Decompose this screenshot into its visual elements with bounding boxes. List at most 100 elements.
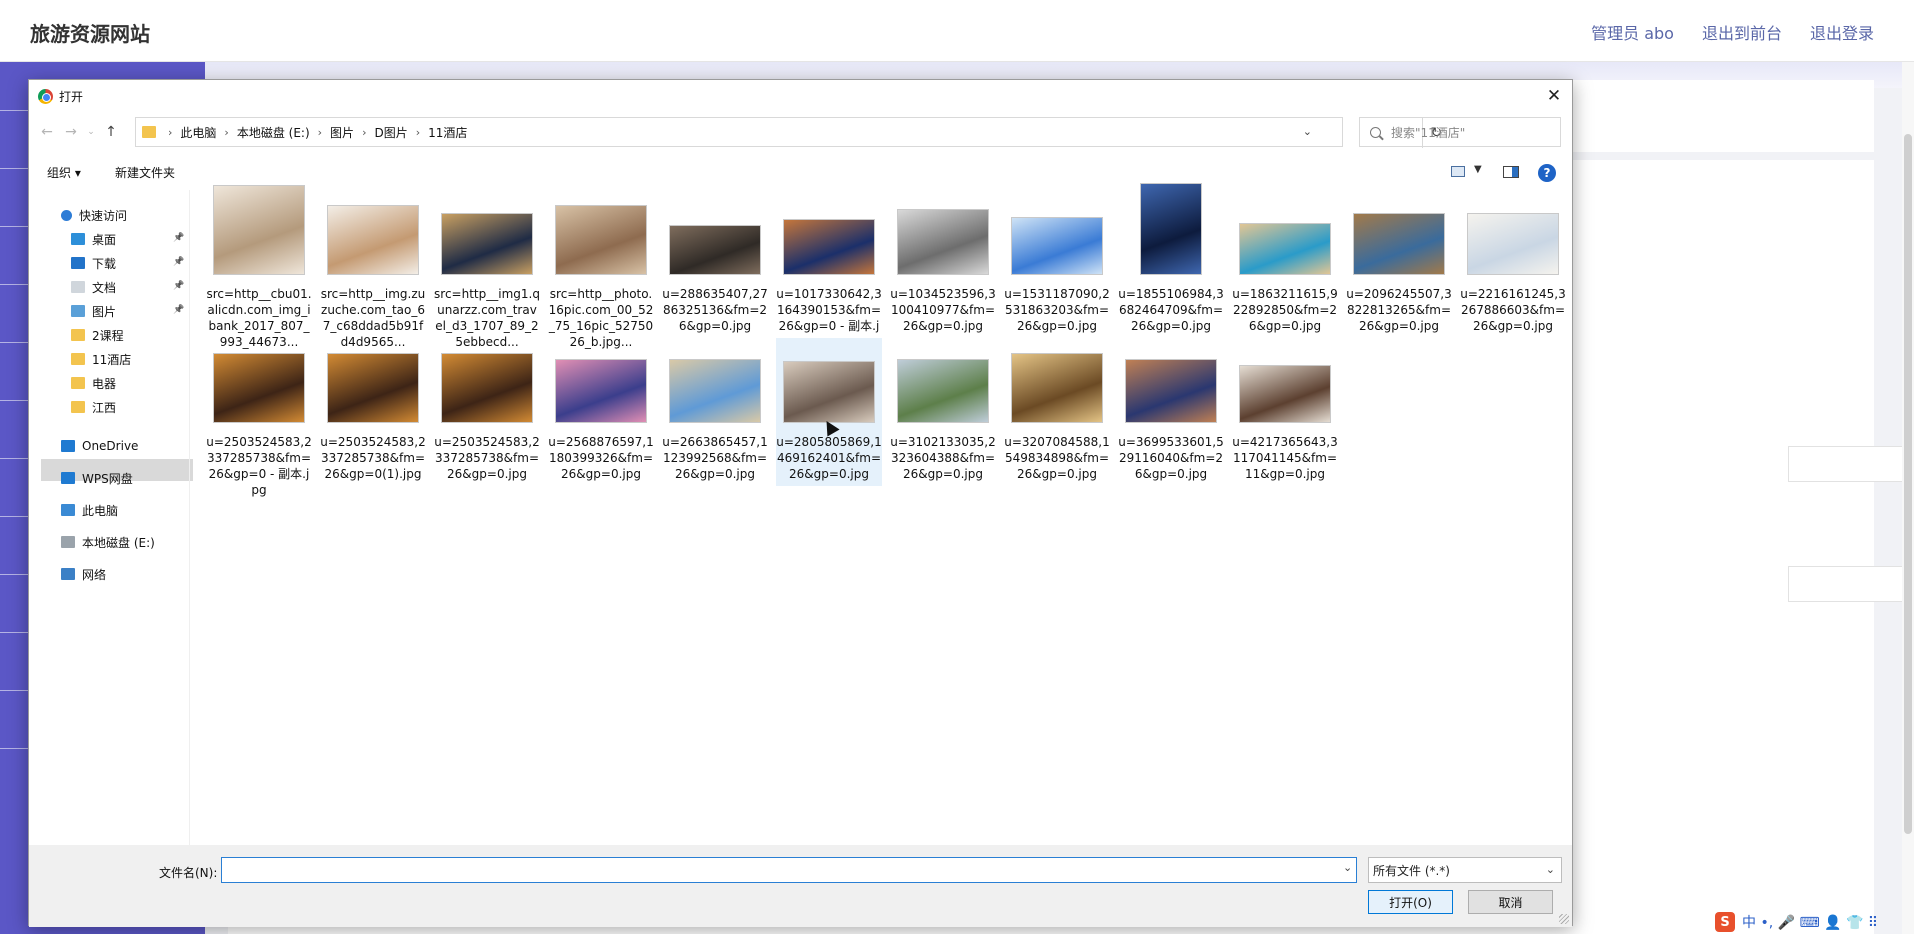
recent-locations-button[interactable]: ⌄ bbox=[81, 122, 101, 142]
breadcrumb-this-pc[interactable]: 此电脑 bbox=[180, 124, 216, 141]
back-button[interactable]: ← bbox=[37, 122, 57, 142]
site-scroll-thumb[interactable] bbox=[1904, 134, 1912, 834]
file-name: u=3102133035,2323604388&fm=26&gp=0.jpg bbox=[890, 435, 996, 481]
file-item[interactable]: u=2216161245,3267886603&fm=26&gp=0.jpg bbox=[1460, 190, 1566, 338]
sidebar-divider bbox=[0, 748, 28, 749]
image-thumbnail bbox=[783, 219, 875, 275]
file-item[interactable]: u=1855106984,3682464709&fm=26&gp=0.jpg bbox=[1118, 183, 1224, 338]
close-button[interactable]: ✕ bbox=[1540, 82, 1568, 110]
chevron-right-icon[interactable]: › bbox=[416, 126, 420, 139]
site-form-input[interactable] bbox=[1788, 446, 1914, 482]
up-button[interactable]: ↑ bbox=[101, 122, 121, 142]
filename-history-dropdown[interactable]: ⌄ bbox=[1343, 861, 1352, 874]
search-icon bbox=[1370, 126, 1381, 138]
dialog-footer: 文件名(N): ⌄ 所有文件 (*.*) ⌄ 打开(O) 取消 bbox=[29, 845, 1572, 927]
resize-grip[interactable] bbox=[1559, 914, 1569, 924]
chevron-right-icon[interactable]: › bbox=[224, 126, 228, 139]
organize-button[interactable]: 组织 ▾ bbox=[47, 164, 81, 181]
sidebar-divider bbox=[0, 110, 28, 111]
address-row: ← → ⌄ ↑ › 此电脑 › 本地磁盘 (E:) › 图片 › D图片 › 1… bbox=[29, 116, 1572, 148]
image-thumbnail bbox=[441, 353, 533, 423]
forward-button[interactable]: → bbox=[61, 122, 81, 142]
site-title: 旅游资源网站 bbox=[30, 22, 150, 46]
sidebar-divider bbox=[0, 690, 28, 691]
cancel-button[interactable]: 取消 bbox=[1468, 890, 1553, 914]
site-header: 旅游资源网站 管理员 abo 退出到前台 退出登录 bbox=[0, 0, 1914, 62]
logout-link[interactable]: 退出登录 bbox=[1810, 20, 1874, 44]
breadcrumb-pictures[interactable]: 图片 bbox=[330, 124, 354, 141]
file-name: u=3207084588,1549834898&fm=26&gp=0.jpg bbox=[1004, 435, 1110, 481]
file-item[interactable]: src=http__cbu01.alicdn.com_img_ibank_201… bbox=[206, 185, 312, 349]
new-folder-button[interactable]: 新建文件夹 bbox=[115, 164, 175, 181]
file-item[interactable]: u=288635407,2786325136&fm=26&gp=0.jpg bbox=[662, 190, 768, 338]
image-thumbnail bbox=[897, 359, 989, 423]
sidebar-divider bbox=[0, 574, 28, 575]
address-bar[interactable]: › 此电脑 › 本地磁盘 (E:) › 图片 › D图片 › 11酒店 ⌄ ↻ bbox=[135, 117, 1442, 148]
file-item[interactable]: u=2503524583,2337285738&fm=26&gp=0 - 副本.… bbox=[206, 338, 312, 497]
file-item[interactable]: src=http__img1.qunarzz.com_travel_d3_170… bbox=[434, 190, 540, 349]
sidebar-divider bbox=[0, 226, 28, 227]
file-item[interactable]: u=2503524583,2337285738&fm=26&gp=0(1).jp… bbox=[320, 338, 426, 486]
back-to-frontend-link[interactable]: 退出到前台 bbox=[1702, 20, 1782, 44]
file-item[interactable]: u=4217365643,3117041145&fm=11&gp=0.jpg bbox=[1232, 338, 1338, 486]
file-name: u=1863211615,922892850&fm=26&gp=0.jpg bbox=[1232, 287, 1338, 333]
image-thumbnail bbox=[1239, 365, 1331, 423]
file-item[interactable]: u=1017330642,3164390153&fm=26&gp=0 - 副本.… bbox=[776, 190, 882, 349]
search-box[interactable]: 搜索"11酒店" bbox=[1359, 117, 1561, 147]
open-button[interactable]: 打开(O) bbox=[1368, 890, 1453, 914]
sidebar-divider bbox=[0, 168, 28, 169]
sogou-ime-icon[interactable]: S bbox=[1715, 912, 1735, 932]
file-item[interactable]: u=3699533601,529116040&fm=26&gp=0.jpg bbox=[1118, 338, 1224, 486]
breadcrumb-drive-e[interactable]: 本地磁盘 (E:) bbox=[237, 124, 310, 141]
file-item[interactable]: u=2805805869,1469162401&fm=26&gp=0.jpg bbox=[776, 338, 882, 486]
file-item[interactable]: src=http__photo.16pic.com_00_52_75_16pic… bbox=[548, 190, 654, 349]
admin-user-link[interactable]: 管理员 abo bbox=[1591, 20, 1674, 44]
sidebar-divider bbox=[0, 342, 28, 343]
address-history-dropdown[interactable]: ⌄ bbox=[1303, 125, 1312, 138]
chevron-right-icon: › bbox=[168, 125, 173, 139]
filename-input[interactable] bbox=[221, 857, 1357, 883]
file-open-dialog: 打开 ✕ ← → ⌄ ↑ › 此电脑 › 本地磁盘 (E:) › 图片 › D图… bbox=[28, 79, 1573, 927]
ime-status-icons[interactable]: 中 •, 🎤 ⌨ 👤 👕 ⠿ bbox=[1742, 912, 1878, 932]
help-icon[interactable]: ? bbox=[1538, 164, 1556, 182]
file-name: u=2805805869,1469162401&fm=26&gp=0.jpg bbox=[776, 435, 882, 481]
file-name: u=2503524583,2337285738&fm=26&gp=0(1).jp… bbox=[320, 435, 426, 481]
image-thumbnail bbox=[1239, 223, 1331, 275]
file-name: u=2503524583,2337285738&fm=26&gp=0.jpg bbox=[434, 435, 540, 481]
filename-label: 文件名(N): bbox=[159, 866, 218, 880]
site-nav: 管理员 abo 退出到前台 退出登录 bbox=[1591, 20, 1874, 44]
image-thumbnail bbox=[441, 213, 533, 275]
ime-toolbar[interactable]: S 中 •, 🎤 ⌨ 👤 👕 ⠿ bbox=[1709, 910, 1914, 934]
filetype-select[interactable]: 所有文件 (*.*) ⌄ bbox=[1368, 857, 1562, 883]
breadcrumb-hotel[interactable]: 11酒店 bbox=[428, 124, 467, 141]
file-item[interactable]: u=2503524583,2337285738&fm=26&gp=0.jpg bbox=[434, 338, 540, 486]
file-item[interactable]: u=1531187090,2531863203&fm=26&gp=0.jpg bbox=[1004, 190, 1110, 338]
view-options-dropdown[interactable]: ▼ bbox=[1474, 164, 1482, 175]
image-thumbnail bbox=[1140, 183, 1202, 275]
view-options-icon[interactable] bbox=[1451, 166, 1465, 177]
preview-pane-icon[interactable] bbox=[1503, 166, 1519, 178]
site-scrollbar[interactable] bbox=[1902, 62, 1914, 934]
sidebar-divider bbox=[0, 632, 28, 633]
dialog-title: 打开 bbox=[59, 90, 84, 104]
file-item[interactable]: u=1034523596,3100410977&fm=26&gp=0.jpg bbox=[890, 190, 996, 338]
file-item[interactable]: u=1863211615,922892850&fm=26&gp=0.jpg bbox=[1232, 190, 1338, 338]
site-form-input[interactable] bbox=[1788, 566, 1914, 602]
chevron-right-icon[interactable]: › bbox=[318, 126, 322, 139]
file-name: u=2096245507,3822813265&fm=26&gp=0.jpg bbox=[1346, 287, 1452, 333]
arrow-left-icon: ← bbox=[41, 124, 53, 140]
chrome-icon bbox=[38, 89, 53, 104]
file-name: u=4217365643,3117041145&fm=11&gp=0.jpg bbox=[1232, 435, 1338, 481]
file-name: u=2568876597,1180399326&fm=26&gp=0.jpg bbox=[548, 435, 654, 481]
arrow-right-icon: → bbox=[65, 124, 77, 140]
file-item[interactable]: u=2663865457,1123992568&fm=26&gp=0.jpg bbox=[662, 338, 768, 486]
breadcrumb-d-pictures[interactable]: D图片 bbox=[374, 124, 407, 141]
file-item[interactable]: src=http__img.zuzuche.com_tao_67_c68ddad… bbox=[320, 190, 426, 349]
file-item[interactable]: u=2568876597,1180399326&fm=26&gp=0.jpg bbox=[548, 338, 654, 486]
file-item[interactable]: u=2096245507,3822813265&fm=26&gp=0.jpg bbox=[1346, 190, 1452, 338]
file-item[interactable]: u=3102133035,2323604388&fm=26&gp=0.jpg bbox=[890, 338, 996, 486]
file-item[interactable]: u=3207084588,1549834898&fm=26&gp=0.jpg bbox=[1004, 338, 1110, 486]
search-placeholder: 搜索"11酒店" bbox=[1391, 125, 1466, 140]
chevron-right-icon[interactable]: › bbox=[362, 126, 366, 139]
dialog-titlebar[interactable]: 打开 ✕ bbox=[29, 80, 1572, 112]
